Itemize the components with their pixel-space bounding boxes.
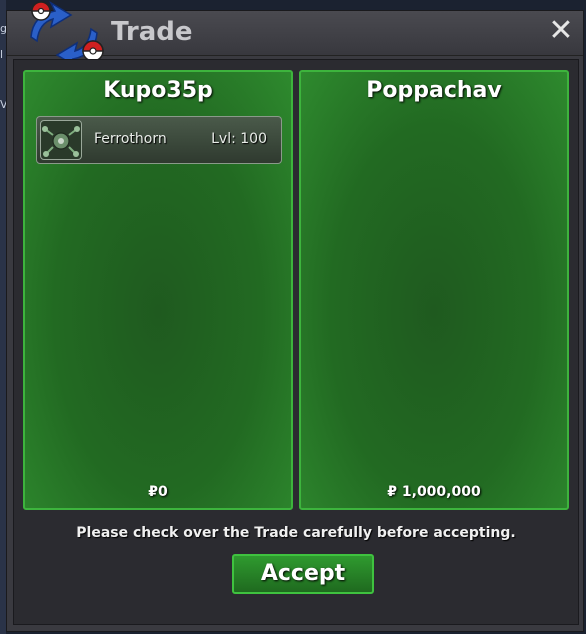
money-amount-right: ₽ 1,000,000: [387, 484, 481, 500]
trade-content: Kupo35p Ferrothorn Lvl: 100 ₽0 Poppachav…: [13, 59, 579, 625]
close-icon: ✕: [548, 13, 574, 48]
my-offer-panel: Kupo35p Ferrothorn Lvl: 100 ₽0: [23, 70, 293, 510]
background-glyph: l: [0, 48, 4, 61]
their-offer-panel: Poppachav ₽ 1,000,000: [299, 70, 569, 510]
trade-item-slot[interactable]: Ferrothorn Lvl: 100: [36, 116, 282, 164]
accept-button[interactable]: Accept: [232, 554, 374, 594]
title-bar[interactable]: Trade ✕: [7, 1, 583, 69]
item-icon-frame: [40, 120, 82, 160]
trade-window: Trade ✕ Kupo35p Ferrothorn Lvl: 100 ₽0 P…: [6, 1, 584, 632]
player-name-right: Poppachav: [366, 78, 502, 103]
player-name-left: Kupo35p: [103, 78, 213, 103]
money-amount-left: ₽0: [148, 484, 168, 500]
item-name: Ferrothorn: [94, 131, 167, 147]
item-level: Lvl: 100: [211, 131, 267, 147]
ferrothorn-icon: [42, 126, 80, 157]
window-title: Trade: [111, 17, 193, 47]
trade-notice: Please check over the Trade carefully be…: [76, 525, 516, 541]
close-button[interactable]: ✕: [545, 15, 577, 47]
